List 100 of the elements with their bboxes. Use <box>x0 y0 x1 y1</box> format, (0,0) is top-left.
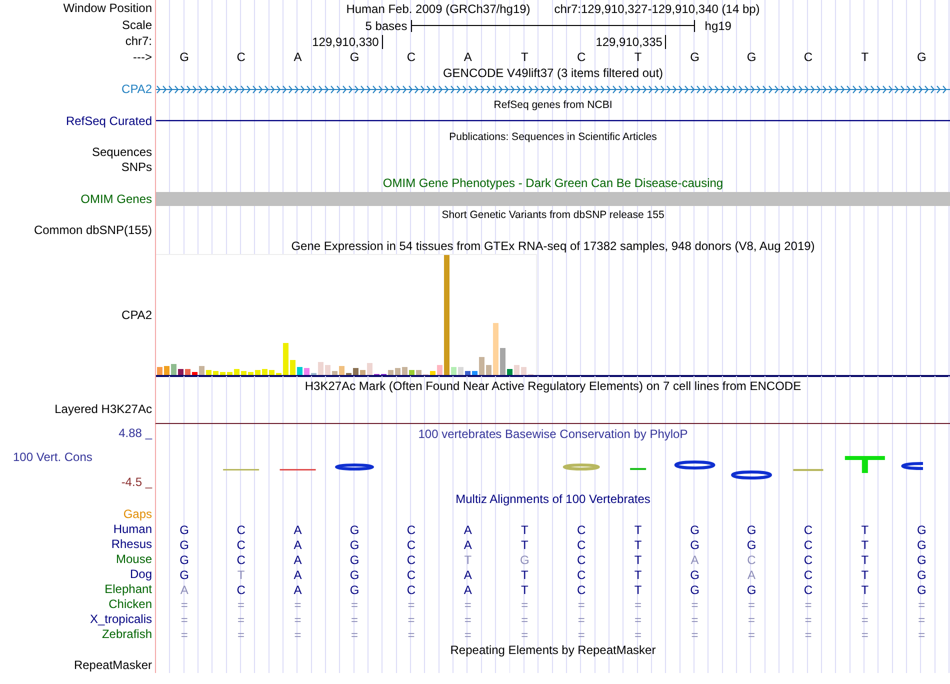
aligned-base: = <box>294 598 302 612</box>
aligned-base: T <box>634 568 642 582</box>
aligned-base: = <box>521 612 528 626</box>
track-label[interactable]: Sequences <box>92 145 152 160</box>
aligned-base: = <box>180 598 188 612</box>
aligned-base: A <box>464 538 472 552</box>
track-label[interactable]: Window Position <box>63 1 152 16</box>
aligned-base: G <box>180 522 190 536</box>
aligned-base: A <box>464 568 472 582</box>
track-title: RefSeq genes from NCBI <box>494 99 612 111</box>
track-label[interactable]: SNPs <box>121 160 152 175</box>
aligned-base: A <box>464 582 472 596</box>
aligned-base: C <box>406 538 416 552</box>
aligned-base: G <box>180 538 190 552</box>
aligned-base: = <box>578 612 585 626</box>
aligned-base: T <box>634 552 642 566</box>
base-letter: C <box>236 50 246 64</box>
aligned-base: C <box>804 582 813 596</box>
aligned-base: = <box>521 628 528 642</box>
aligned-base: = <box>691 612 698 626</box>
aligned-base: = <box>691 628 698 642</box>
aligned-base: G <box>690 538 700 552</box>
base-letter: A <box>294 50 302 64</box>
track-label[interactable]: 100 Vert. Cons <box>13 450 92 464</box>
aligned-base: = <box>464 612 472 626</box>
aligned-base: C <box>804 538 813 552</box>
aligned-base: G <box>350 522 360 536</box>
aligned-base: = <box>238 598 245 612</box>
track-label[interactable]: ---> <box>133 50 152 64</box>
track-label[interactable]: chr7: <box>125 34 152 49</box>
aligned-base: = <box>578 628 585 642</box>
aligned-base: = <box>238 628 245 642</box>
track-title: H3K27Ac Mark (Often Found Near Active Regulatory Elements) on 7 cell lines from ENCODE <box>304 378 802 392</box>
aligned-base: C <box>747 552 756 566</box>
aligned-base: = <box>804 628 812 642</box>
track-title: Publications: Sequences in Scientific Articles <box>449 131 657 143</box>
aligned-base: G <box>520 552 530 566</box>
aligned-base: T <box>520 582 528 596</box>
aligned-base: G <box>350 582 360 596</box>
track-label[interactable]: Zebrafish <box>102 627 152 642</box>
aligned-base: G <box>690 568 700 582</box>
aligned-base: = <box>634 598 642 612</box>
aligned-base: G <box>916 552 926 566</box>
aligned-base: G <box>916 568 926 582</box>
track-label[interactable]: Dog <box>130 567 152 582</box>
track-title: Repeating Elements by RepeatMasker <box>450 643 656 657</box>
aligned-base: = <box>861 628 868 642</box>
track-title: Multiz Alignments of 100 Vertebrates <box>456 492 650 506</box>
aligned-base: = <box>238 612 245 626</box>
base-letter: G <box>350 50 360 64</box>
aligned-base: G <box>746 538 756 552</box>
aligned-base: = <box>578 598 585 612</box>
aligned-base: T <box>520 522 528 536</box>
track-label[interactable]: Rhesus <box>111 537 152 552</box>
track-label[interactable]: Human <box>113 522 152 537</box>
track-label[interactable]: X_tropicalis <box>90 612 152 627</box>
track-title: OMIM Gene Phenotypes - Dark Green Can Be Disease-causing <box>382 176 724 190</box>
aligned-base: G <box>180 552 190 566</box>
aligned-base: C <box>406 568 416 582</box>
aligned-base: T <box>237 568 245 582</box>
track-label[interactable]: CPA2 <box>122 308 152 322</box>
aligned-base: C <box>804 568 813 582</box>
aligned-base: = <box>408 628 415 642</box>
assembly-name: Human Feb. 2009 (GRCh37/hg19) <box>346 2 530 16</box>
track-label[interactable]: RepeatMasker <box>74 658 152 673</box>
coordinate-tick: 129,910,335 <box>596 35 666 49</box>
aligned-base: = <box>294 612 302 626</box>
base-letter: G <box>746 50 756 64</box>
track-label[interactable]: Common dbSNP(155) <box>34 223 152 238</box>
aligned-base: = <box>861 598 868 612</box>
aligned-base: C <box>577 552 586 566</box>
aligned-base: T <box>520 568 528 582</box>
aligned-base: T <box>861 582 869 596</box>
aligned-base: = <box>408 598 415 612</box>
aligned-base: G <box>690 582 700 596</box>
track-label[interactable]: CPA2 <box>122 82 152 96</box>
aligned-base: T <box>861 552 869 566</box>
aligned-base: G <box>746 582 756 596</box>
aligned-base: C <box>406 582 416 596</box>
track-label[interactable]: Mouse <box>116 552 152 567</box>
aligned-base: C <box>406 552 416 566</box>
aligned-base: T <box>634 538 642 552</box>
aligned-base: = <box>180 628 188 642</box>
coordinate-tick: 129,910,330 <box>312 35 383 49</box>
scale-span: 5 bases <box>365 18 408 32</box>
track-label[interactable]: Scale <box>122 18 152 33</box>
axis-max-label: 4.88 _ <box>118 426 152 440</box>
base-letter: T <box>861 50 869 64</box>
track-label[interactable]: Elephant <box>104 582 152 597</box>
aligned-base: A <box>294 522 302 536</box>
aligned-base: C <box>804 552 813 566</box>
track-label[interactable]: Chicken <box>108 597 152 612</box>
aligned-base: T <box>861 568 869 582</box>
aligned-base: T <box>520 538 528 552</box>
aligned-base: C <box>236 582 246 596</box>
base-letter: G <box>916 50 926 64</box>
track-label[interactable]: Layered H3K27Ac <box>54 402 152 417</box>
track-label[interactable]: OMIM Genes <box>80 192 152 206</box>
track-label[interactable]: RefSeq Curated <box>66 114 152 128</box>
aligned-base: G <box>916 522 926 536</box>
